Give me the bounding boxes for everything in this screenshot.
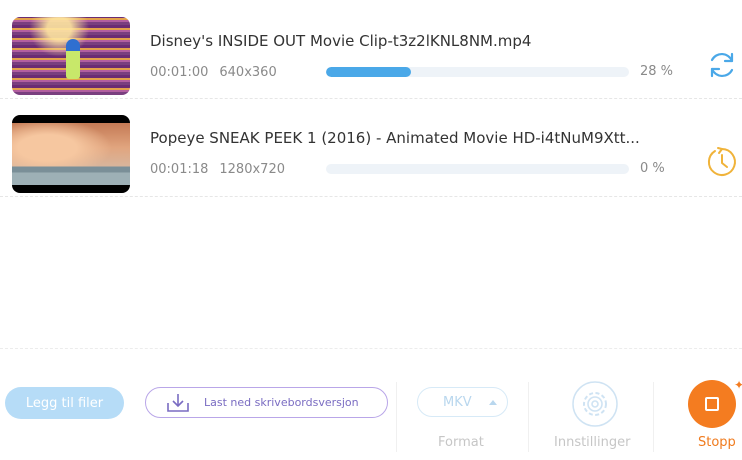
toolbar-divider	[0, 348, 742, 349]
download-desktop-label: Last ned skrivebordsversjon	[204, 396, 359, 409]
video-title: Disney's INSIDE OUT Movie Clip-t3z2lKNL8…	[150, 32, 532, 50]
format-value: MKV	[443, 395, 472, 410]
video-duration: 00:01:18	[150, 162, 209, 177]
stop-label: Stopp	[698, 435, 736, 450]
toolbar-separator	[653, 382, 654, 452]
video-thumbnail	[12, 115, 130, 193]
settings-gear-icon[interactable]	[571, 380, 619, 428]
toolbar-separator	[528, 382, 529, 452]
toolbar-separator	[396, 382, 397, 452]
progress-percent: 28 %	[640, 64, 674, 79]
video-resolution: 640x360	[219, 65, 277, 80]
queue-item[interactable]: Popeye SNEAK PEEK 1 (2016) - Animated Mo…	[0, 98, 742, 197]
thumbnail-scene	[12, 123, 130, 185]
progress-percent: 0 %	[640, 161, 665, 176]
format-select[interactable]: MKV	[417, 387, 508, 417]
sparkle-icon: ✦	[734, 378, 742, 392]
progress-bar	[326, 164, 629, 174]
video-meta: 00:01:18 1280x720	[150, 162, 296, 177]
queue-item[interactable]: Disney's INSIDE OUT Movie Clip-t3z2lKNL8…	[0, 0, 742, 99]
video-meta: 00:01:00 640x360	[150, 65, 288, 80]
download-icon	[167, 394, 189, 412]
download-desktop-button[interactable]: Last ned skrivebordsversjon	[145, 387, 388, 418]
caret-up-icon	[489, 400, 497, 405]
progress-bar	[326, 67, 629, 77]
stop-square-icon	[705, 397, 719, 411]
format-label: Format	[438, 435, 484, 450]
video-duration: 00:01:00	[150, 65, 209, 80]
thumbnail-figure	[66, 39, 80, 79]
video-resolution: 1280x720	[219, 162, 285, 177]
progress-bar-fill	[326, 67, 411, 77]
video-title: Popeye SNEAK PEEK 1 (2016) - Animated Mo…	[150, 129, 640, 147]
stop-button[interactable]	[688, 380, 736, 428]
converting-refresh-icon[interactable]	[705, 48, 739, 82]
video-thumbnail	[12, 17, 130, 95]
waiting-clock-icon[interactable]	[705, 145, 739, 179]
add-files-button[interactable]: Legg til filer	[5, 387, 124, 419]
settings-label: Innstillinger	[554, 435, 631, 450]
